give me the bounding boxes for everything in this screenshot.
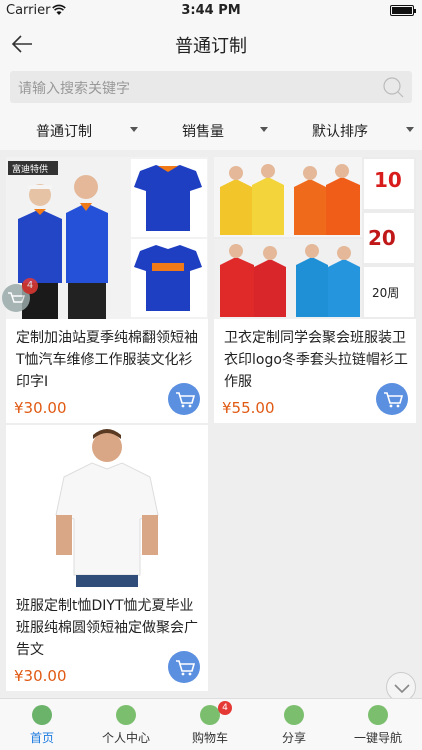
tab-cart-label: 购物车 bbox=[191, 731, 228, 745]
tab-navigation-label: 一键导航 bbox=[353, 731, 402, 745]
filter-category[interactable]: 普通订制 bbox=[36, 121, 138, 141]
user-icon bbox=[116, 705, 136, 725]
page-title: 普通订制 bbox=[175, 36, 247, 57]
location-pin-icon bbox=[368, 705, 388, 725]
tab-cart[interactable]: 4 购物车 bbox=[168, 699, 252, 750]
add-to-cart-button[interactable] bbox=[168, 383, 200, 415]
hoodie-photo: 10 20 20周 bbox=[214, 157, 416, 319]
cart-count-badge: 4 bbox=[22, 278, 38, 294]
search-area: 请输入搜索关键字 bbox=[0, 66, 422, 110]
polo-shirt-photo: 富迪特供 bbox=[6, 157, 208, 319]
search-icon[interactable] bbox=[382, 76, 404, 98]
chevron-down-icon bbox=[260, 127, 268, 132]
navigation-bar: 普通订制 bbox=[0, 22, 422, 66]
svg-text:20周: 20周 bbox=[372, 286, 399, 300]
tab-home[interactable]: 首页 bbox=[0, 699, 84, 750]
add-to-cart-button[interactable] bbox=[376, 383, 408, 415]
tab-navigation[interactable]: 一键导航 bbox=[336, 699, 420, 750]
cart-icon bbox=[200, 705, 220, 725]
search-input[interactable]: 请输入搜索关键字 bbox=[10, 71, 412, 103]
product-price: ¥30.00 bbox=[14, 399, 67, 417]
svg-text:10: 10 bbox=[374, 168, 402, 192]
share-icon bbox=[284, 705, 304, 725]
search-placeholder: 请输入搜索关键字 bbox=[18, 81, 130, 97]
product-card[interactable]: 10 20 20周 卫衣定制同学会聚会班服装卫衣印logo冬季套头拉链帽衫工作服… bbox=[214, 157, 416, 423]
filter-bar: 普通订制 销售量 默认排序 bbox=[0, 110, 422, 150]
floating-cart-button[interactable]: 4 bbox=[2, 278, 38, 312]
product-price: ¥30.00 bbox=[14, 667, 67, 685]
product-card[interactable]: 班服定制t恤DIYT恤尤夏毕业班服纯棉圆领短袖定做聚会广告文 ¥30.00 bbox=[6, 425, 208, 691]
filter-sort[interactable]: 默认排序 bbox=[312, 121, 414, 141]
tab-share-label: 分享 bbox=[281, 731, 306, 745]
white-tshirt-photo bbox=[6, 425, 208, 587]
status-bar: Carrier 3:44 PM bbox=[0, 0, 422, 22]
svg-text:20: 20 bbox=[368, 226, 396, 250]
tab-profile-label: 个人中心 bbox=[101, 731, 150, 745]
filter-sales-label: 销售量 bbox=[182, 124, 224, 140]
filter-sales[interactable]: 销售量 bbox=[182, 121, 268, 141]
chevron-down-icon bbox=[130, 127, 138, 132]
battery-icon bbox=[390, 5, 416, 16]
tab-profile[interactable]: 个人中心 bbox=[84, 699, 168, 750]
cart-icon bbox=[176, 660, 196, 676]
tab-share[interactable]: 分享 bbox=[252, 699, 336, 750]
tab-home-label: 首页 bbox=[29, 731, 54, 745]
product-price: ¥55.00 bbox=[222, 399, 275, 417]
filter-sort-label: 默认排序 bbox=[312, 124, 368, 140]
add-to-cart-button[interactable] bbox=[168, 651, 200, 683]
clock: 3:44 PM bbox=[181, 3, 241, 18]
cart-badge: 4 bbox=[218, 701, 232, 715]
chevron-down-icon bbox=[406, 127, 414, 132]
image-stamp: 富迪特供 bbox=[12, 163, 48, 175]
cart-icon bbox=[384, 392, 404, 408]
tab-bar: 首页 个人中心 4 购物车 分享 一键导航 bbox=[0, 698, 422, 750]
product-image[interactable]: 富迪特供 bbox=[6, 157, 208, 319]
product-image[interactable] bbox=[6, 425, 208, 587]
cart-icon bbox=[176, 392, 196, 408]
home-icon bbox=[32, 705, 52, 725]
product-image[interactable]: 10 20 20周 bbox=[214, 157, 416, 319]
filter-category-label: 普通订制 bbox=[36, 124, 92, 140]
